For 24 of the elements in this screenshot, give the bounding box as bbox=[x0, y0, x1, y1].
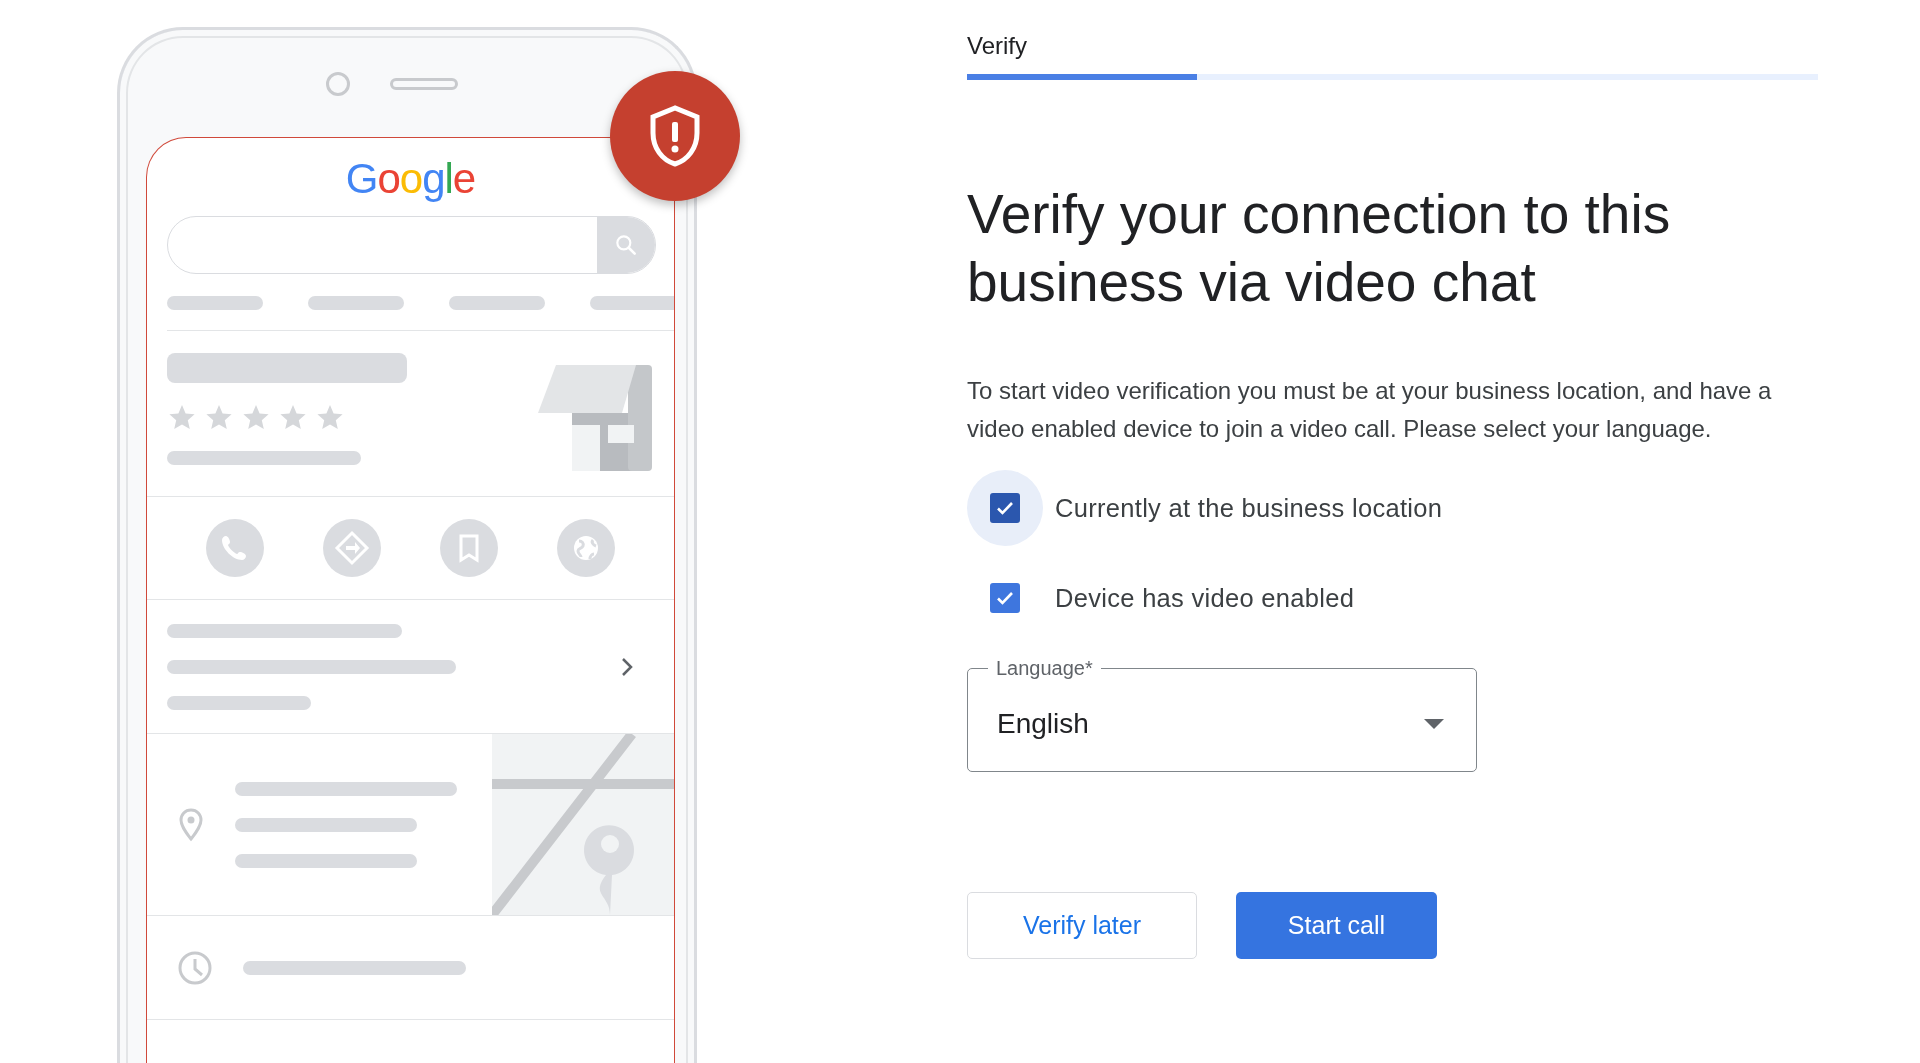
description-text: To start video verification you must be at your business location, and have a video enabled device to join a video call. Please select your language. bbox=[967, 376, 1773, 444]
bookmark-icon bbox=[440, 519, 498, 577]
primary-button[interactable]: Start call bbox=[1236, 892, 1437, 959]
field-label: Language* bbox=[995, 656, 1094, 680]
dropdown-value: English bbox=[997, 708, 1089, 740]
location-pin-icon bbox=[177, 806, 205, 843]
shield-alert-icon bbox=[648, 105, 702, 167]
chevron-right-icon bbox=[620, 655, 634, 678]
clock-icon bbox=[177, 949, 213, 986]
google-logo: Google bbox=[344, 154, 477, 204]
step-title: Verify bbox=[967, 32, 1028, 60]
checkbox[interactable] bbox=[990, 493, 1020, 523]
camera-dot bbox=[326, 71, 350, 96]
checkbox-label: Currently at the business location bbox=[1055, 493, 1443, 523]
checkbox-label: Device has video enabled bbox=[1055, 583, 1355, 613]
checkbox[interactable] bbox=[990, 583, 1020, 613]
secondary-button[interactable]: Verify later bbox=[967, 892, 1197, 959]
page-heading: Verify your connection to this business via video chat bbox=[967, 182, 1672, 315]
directions-icon bbox=[323, 519, 381, 577]
search-icon bbox=[613, 232, 639, 258]
speaker-slot bbox=[390, 77, 458, 90]
phone-icon bbox=[206, 519, 264, 577]
dropdown-arrow-icon bbox=[1424, 719, 1444, 729]
globe-icon bbox=[557, 519, 615, 577]
